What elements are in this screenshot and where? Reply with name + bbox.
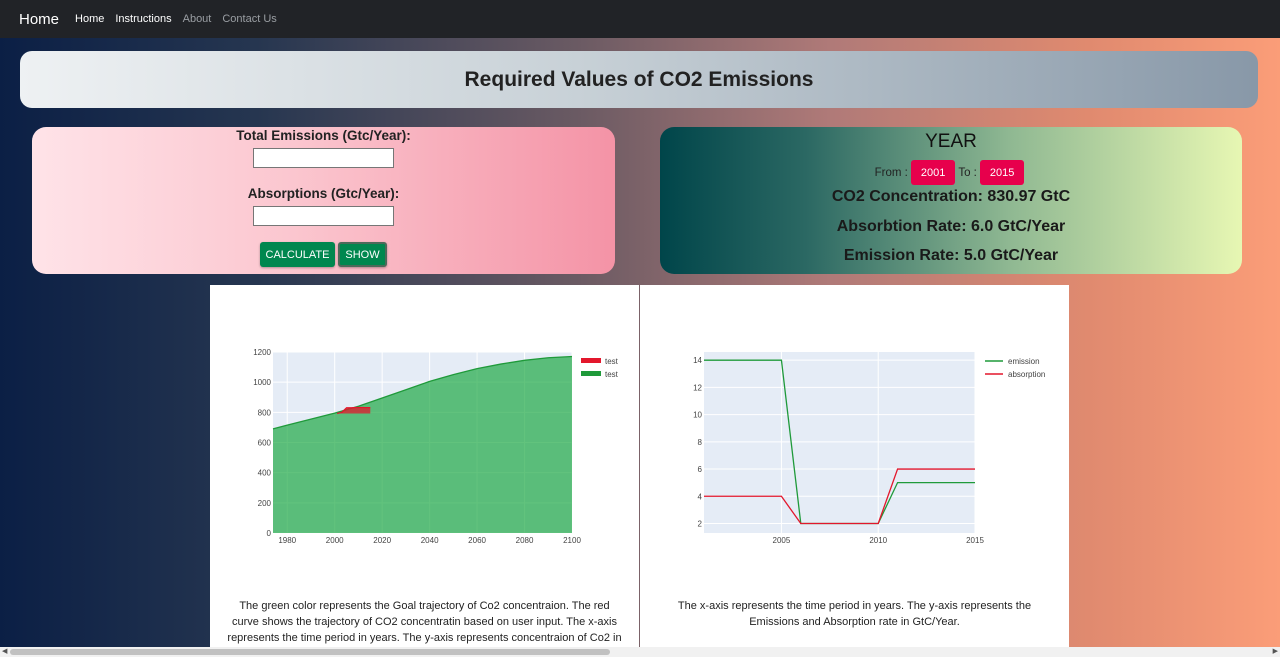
concentration-chart[interactable]: 0 200 400 600 800 1000 1200 1980 2000 2020 2040 206… [210,285,639,575]
rates-chart-panel: 2 4 6 8 10 12 14 2005 2010 2015 emission absorption… [640,285,1069,657]
nav-link-contact[interactable]: Contact Us [222,13,276,25]
year-title: YEAR [925,131,977,152]
y-tick-label: 8 [698,438,703,447]
legend-label: emission [1008,357,1040,366]
y-tick-label: 400 [258,469,272,478]
show-button[interactable]: SHOW [338,242,387,267]
legend-swatch [581,371,601,376]
nav-link-home[interactable]: Home [75,13,104,25]
concentration-chart-caption: The green color represents the Goal traj… [227,600,622,644]
x-tick-label: 2040 [421,536,439,545]
legend-label: absorption [1008,370,1045,379]
absorptions-input[interactable] [253,206,394,226]
nav-link-instructions[interactable]: Instructions [115,13,171,25]
x-tick-label: 2060 [468,536,486,545]
absorption-rate-stat: Absorbtion Rate: 6.0 GtC/Year [836,218,1066,235]
x-tick-label: 1980 [278,536,296,545]
rates-chart[interactable]: 2 4 6 8 10 12 14 2005 2010 2015 emission absorption [640,285,1069,575]
from-label: From : [874,166,908,179]
x-tick-label: 2010 [869,536,887,545]
y-tick-label: 600 [258,439,272,448]
y-tick-label: 1200 [253,348,271,357]
y-tick-label: 800 [258,408,272,417]
legend-label: test [605,357,619,366]
x-tick-label: 2100 [563,536,581,545]
scrollbar-thumb[interactable] [10,649,610,655]
y-tick-label: 2 [698,519,703,528]
emission-rate-stat: Emission Rate: 5.0 GtC/Year [843,247,1059,264]
legend-label: test [605,370,619,379]
navbar-brand[interactable]: Home [19,11,59,28]
y-tick-label: 6 [698,465,703,474]
to-label: To : [958,166,977,179]
y-tick-label: 12 [693,383,702,392]
page-title: Required Values of CO2 Emissions [464,67,814,91]
year-range-row: From : 2001 To : 2015 [660,160,1242,185]
scroll-right-icon[interactable]: ▶ [1273,647,1278,657]
plot-background [704,352,975,533]
rates-chart-caption: The x-axis represents the time period in… [677,600,1032,628]
scroll-left-icon[interactable]: ◀ [2,647,7,657]
total-emissions-label: Total Emissions (Gtc/Year): [236,128,411,143]
x-tick-label: 2080 [516,536,534,545]
x-tick-label: 2020 [373,536,391,545]
x-tick-label: 2000 [326,536,344,545]
input-form-card: Total Emissions (Gtc/Year): Absorptions … [32,127,615,274]
y-tick-label: 200 [258,499,272,508]
year-summary-card: YEAR From : 2001 To : 2015 CO2 Concentra… [660,127,1242,274]
from-year-button[interactable]: 2001 [910,160,956,185]
co2-concentration-stat: CO2 Concentration: 830.97 GtC [831,188,1071,205]
y-tick-label: 1000 [253,378,271,387]
x-tick-label: 2005 [773,536,791,545]
y-tick-label: 0 [267,529,272,538]
y-tick-label: 14 [693,356,702,365]
y-tick-label: 10 [693,411,702,420]
navbar: Home Home Instructions About Contact Us [0,0,1280,38]
concentration-chart-panel: 0 200 400 600 800 1000 1200 1980 2000 2020 2040 206… [210,285,639,657]
to-year-button[interactable]: 2015 [979,160,1025,185]
calculate-button[interactable]: CALCULATE [260,242,335,267]
x-tick-label: 2015 [966,536,984,545]
horizontal-scrollbar[interactable]: ◀ ▶ [0,647,1280,657]
absorptions-label: Absorptions (Gtc/Year): [247,186,400,201]
y-tick-label: 4 [698,492,703,501]
legend-swatch [581,358,601,363]
nav-link-about[interactable]: About [183,13,212,25]
total-emissions-input[interactable] [253,148,394,168]
page-header: Required Values of CO2 Emissions [20,51,1258,108]
